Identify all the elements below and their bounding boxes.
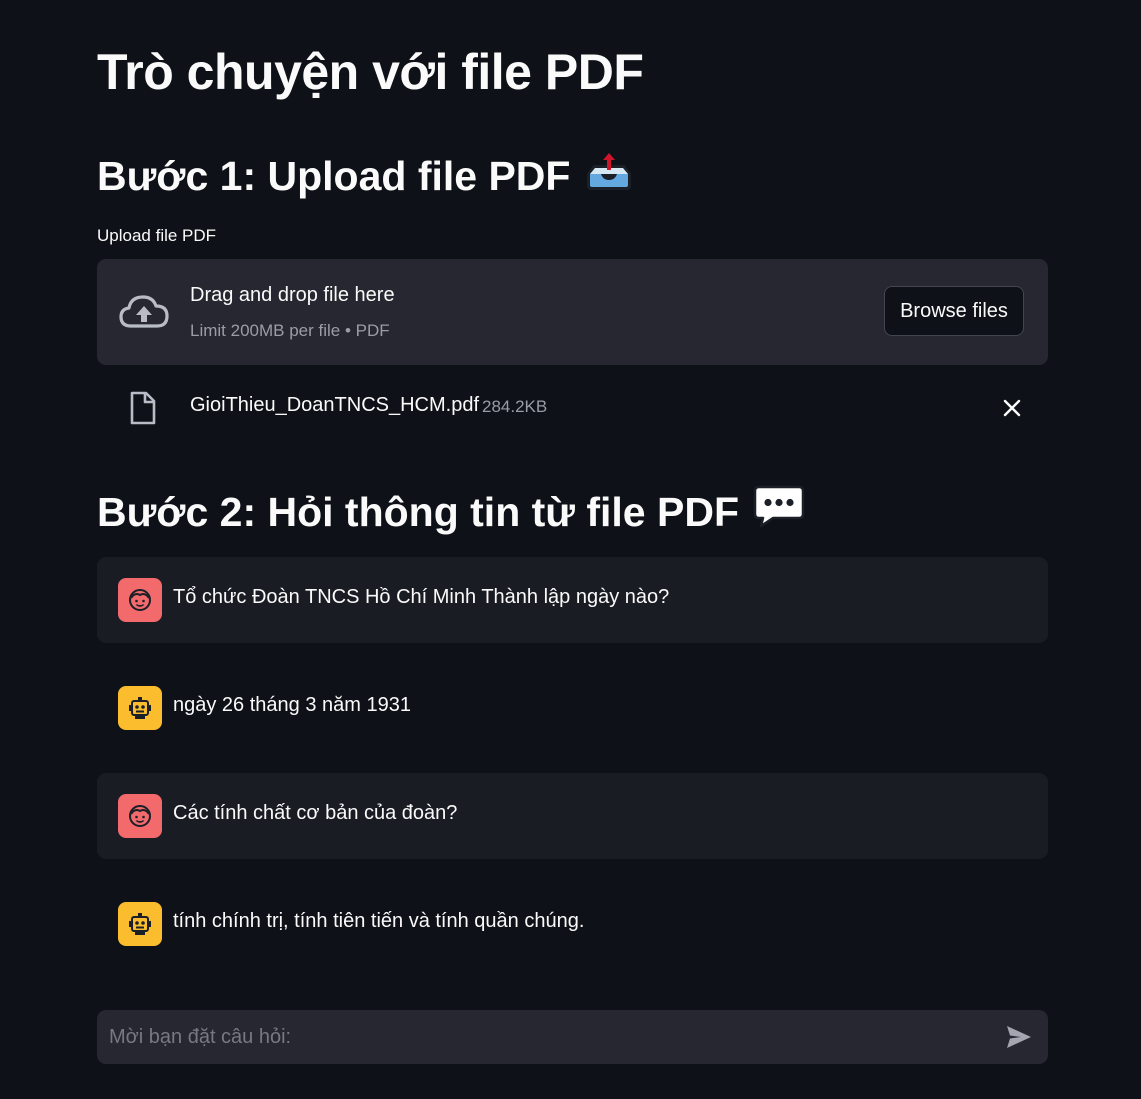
chat-message-assistant: ngày 26 tháng 3 năm 1931 — [97, 665, 1048, 751]
dropzone-limit-text: Limit 200MB per file • PDF — [190, 321, 390, 340]
chat-input[interactable] — [97, 1010, 977, 1064]
chat-message-text: tính chính trị, tính tiên tiến và tính q… — [173, 910, 585, 932]
file-icon — [130, 391, 156, 425]
cloud-upload-icon — [119, 295, 169, 328]
assistant-avatar — [118, 686, 162, 730]
assistant-avatar — [118, 902, 162, 946]
close-icon[interactable] — [1000, 396, 1024, 420]
dropzone-instructions: Drag and drop file here — [190, 284, 395, 306]
step1-heading: Bước 1: Upload file PDF — [97, 148, 634, 203]
chat-message-user: Tổ chức Đoàn TNCS Hồ Chí Minh Thành lập … — [97, 557, 1048, 643]
browse-files-button[interactable]: Browse files — [884, 286, 1024, 336]
chat-message-assistant: tính chính trị, tính tiên tiến và tính q… — [97, 881, 1048, 967]
send-icon[interactable] — [1005, 1024, 1033, 1050]
uploader-label: Upload file PDF — [97, 226, 217, 245]
chat-input-container — [97, 1010, 1048, 1064]
step1-heading-text: Bước 1: Upload file PDF — [97, 152, 571, 199]
robot-icon — [129, 913, 151, 935]
face-icon — [129, 589, 151, 611]
step2-heading-text: Bước 2: Hỏi thông tin từ file PDF — [97, 488, 739, 535]
file-dropzone[interactable]: Drag and drop file here Limit 200MB per … — [97, 259, 1048, 365]
page-title: Trò chuyện với file PDF — [97, 44, 644, 100]
user-avatar — [118, 794, 162, 838]
user-avatar — [118, 578, 162, 622]
chat-message-text: Tổ chức Đoàn TNCS Hồ Chí Minh Thành lập … — [173, 586, 670, 608]
chat-message-text: Các tính chất cơ bản của đoàn? — [173, 802, 458, 824]
robot-icon — [129, 697, 151, 719]
uploaded-file-name: GioiThieu_DoanTNCS_HCM.pdf — [190, 394, 480, 416]
uploaded-file-row: GioiThieu_DoanTNCS_HCM.pdf 284.2KB — [97, 383, 1048, 431]
outbox-tray-icon — [584, 148, 634, 203]
step2-heading: Bước 2: Hỏi thông tin từ file PDF — [97, 484, 805, 539]
chat-message-user: Các tính chất cơ bản của đoàn? — [97, 773, 1048, 859]
uploaded-file-size: 284.2KB — [482, 397, 548, 416]
face-icon — [129, 805, 151, 827]
speech-balloon-icon — [753, 484, 805, 539]
chat-message-text: ngày 26 tháng 3 năm 1931 — [173, 694, 411, 716]
